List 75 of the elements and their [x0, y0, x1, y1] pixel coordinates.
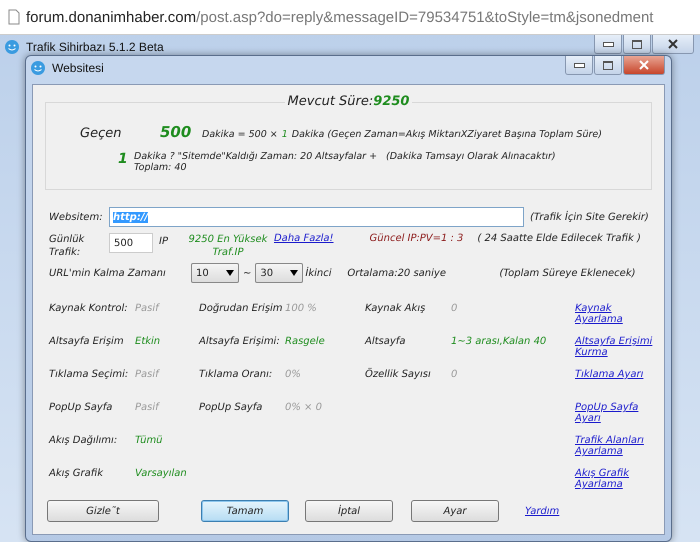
- setting-label: PopUp Sayfa: [49, 402, 114, 413]
- setting-value: 0% × 0: [285, 402, 322, 413]
- setting-value: 100 %: [285, 303, 317, 314]
- url-text: forum.donanimhaber.com/post.asp?do=reply&messageID=79534751&toStyle=tm&jsonedment: [26, 8, 654, 26]
- daily-note: ( 24 Saatte Elde Edilecek Trafik ): [477, 233, 641, 244]
- integer-note: (Dakika Tamsayı Olarak Alınacaktır): [386, 151, 556, 162]
- settings-link[interactable]: Altsayfa Erişimi Kurma: [575, 336, 655, 358]
- settings-link[interactable]: Akış Grafik Ayarlama: [575, 468, 655, 490]
- formula-text: Dakika (Geçen Zaman=Akış MiktarıXZiyaret Başına Toplam Süre): [292, 129, 602, 140]
- setting-label: Kaynak Akış: [365, 303, 426, 314]
- setting-label: Altsayfa Erişim: [49, 336, 125, 347]
- page-icon: [8, 9, 20, 25]
- elapsed-value: 500: [160, 123, 192, 141]
- setting-label: Kaynak Kontrol:: [49, 303, 129, 314]
- maximize-icon[interactable]: [623, 35, 651, 54]
- setting-value: Varsayılan: [135, 468, 187, 479]
- minimize-icon[interactable]: [565, 56, 593, 75]
- close-icon[interactable]: [623, 56, 665, 75]
- smiley-icon: [4, 39, 20, 55]
- elapsed-label: Geçen: [80, 126, 122, 141]
- dialog-button[interactable]: Gizle˜t: [47, 500, 159, 522]
- setting-label: Doğrudan Erişim: [199, 303, 284, 314]
- setting-label: Tıklama Seçimi:: [49, 369, 130, 380]
- dialog-button[interactable]: İptal: [305, 500, 393, 522]
- setting-value: Pasif: [135, 369, 159, 380]
- setting-value: Rasgele: [285, 336, 325, 347]
- dialog-button[interactable]: Ayar: [411, 500, 499, 522]
- stay-label: URL'min Kalma Zamanı: [49, 268, 167, 278]
- caret-icon: [290, 270, 298, 276]
- setting-label: Akış Dağılımı:: [49, 435, 118, 446]
- setting-label: Tıklama Oranı:: [199, 369, 274, 380]
- settings-link[interactable]: Trafik Alanları Ayarlama: [575, 435, 655, 457]
- website-hint: (Trafik İçin Site Gerekir): [530, 212, 649, 222]
- dialog-title: Websitesi: [52, 61, 104, 75]
- maximize-icon[interactable]: [594, 56, 622, 75]
- minimize-icon[interactable]: [594, 35, 622, 54]
- close-icon[interactable]: [652, 35, 694, 54]
- setting-label: Akış Grafik: [49, 468, 104, 479]
- setting-value: 0: [451, 369, 458, 380]
- max-traffic-text: 9250 En Yüksek Traf.IP: [188, 233, 268, 259]
- formula-text: Dakika = 500 ×: [202, 129, 278, 140]
- setting-label: Altsayfa: [365, 336, 406, 347]
- seconds-label: İkinci: [305, 268, 333, 278]
- multiplier-value: 1: [282, 129, 288, 140]
- caret-icon: [226, 270, 234, 276]
- setting-value: Etkin: [135, 336, 160, 347]
- setting-value: Pasif: [135, 402, 159, 413]
- website-label: Websitem:: [49, 212, 104, 222]
- stay-time-note: (Toplam Süreye Eklenecek): [499, 268, 636, 278]
- minutes-value: 1: [118, 151, 129, 167]
- average-text: Ortalama:20 saniye: [347, 268, 447, 278]
- smiley-icon: [30, 60, 46, 76]
- setting-label: PopUp Sayfa: [199, 402, 264, 413]
- stay-note: Dakika ? "Sitemde"Kaldığı Zaman: 20 Altsayfalar + Toplam: 40: [134, 151, 378, 173]
- setting-value: 1~3 arası,Kalan 40: [451, 336, 546, 347]
- min-dropdown[interactable]: 10: [191, 263, 239, 283]
- ratio-text: Güncel IP:PV=1 : 3: [370, 233, 464, 244]
- daily-traffic-field[interactable]: 500: [109, 233, 153, 253]
- setting-label: Özellik Sayısı: [365, 369, 432, 380]
- setting-label: Altsayfa Erişimi:: [199, 336, 281, 347]
- setting-value: 0: [451, 303, 458, 314]
- setting-value: Tümü: [135, 435, 163, 446]
- setting-value: 0%: [285, 369, 301, 380]
- ip-label: IP: [159, 236, 168, 247]
- range-separator: ~: [243, 268, 252, 278]
- settings-link[interactable]: PopUp Sayfa Ayarı: [575, 402, 655, 424]
- settings-link[interactable]: Tıklama Ayarı: [575, 369, 655, 380]
- settings-link[interactable]: Kaynak Ayarlama: [575, 303, 655, 325]
- window-title: Trafik Sihirbazı 5.1.2 Beta: [26, 40, 164, 54]
- more-link[interactable]: Daha Fazla!: [274, 233, 334, 244]
- daily-traffic-label: Günlük Trafik:: [49, 233, 86, 259]
- help-link[interactable]: Yardım: [525, 506, 560, 516]
- setting-value: Pasif: [135, 303, 159, 314]
- dialog-button[interactable]: Tamam: [201, 500, 289, 522]
- max-dropdown[interactable]: 30: [255, 263, 304, 283]
